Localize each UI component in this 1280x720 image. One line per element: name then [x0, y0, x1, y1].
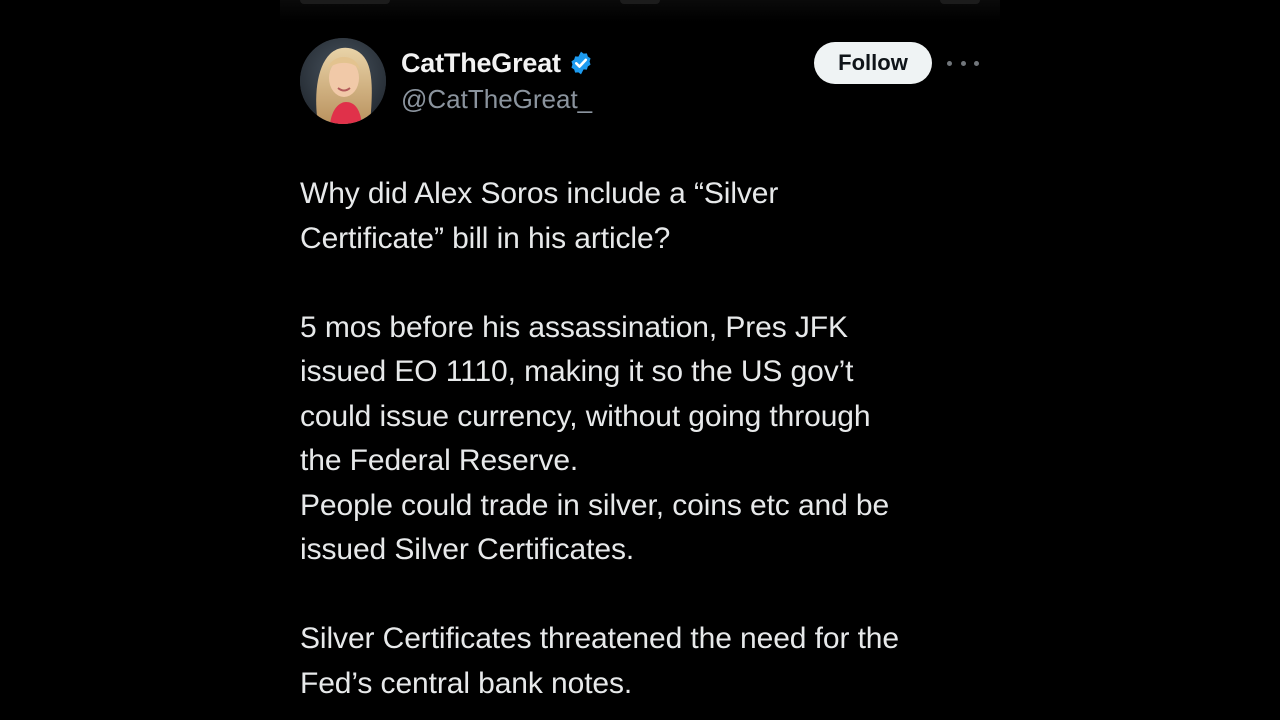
display-name-row: CatTheGreat — [401, 46, 594, 80]
more-options-icon[interactable] — [947, 50, 979, 76]
top-bar-remnant — [280, 0, 1000, 22]
verified-badge-icon — [571, 51, 591, 75]
author-names: CatTheGreat @CatTheGreat_ — [401, 46, 594, 115]
tweet-text-line: the Federal Reserve. — [300, 444, 579, 477]
tweet-text-line: Fed’s central bank notes. — [300, 666, 633, 700]
profile-photo-icon — [300, 38, 386, 124]
user-handle[interactable]: @CatTheGreat_ — [401, 84, 594, 115]
avatar[interactable] — [300, 38, 386, 124]
tweet-text-line: Why did Alex Soros include a “Silver — [300, 177, 779, 210]
dot — [974, 60, 979, 66]
follow-button[interactable]: Follow — [814, 42, 932, 84]
dot — [960, 60, 966, 66]
tweet-header: CatTheGreat @CatTheGreat_ Follow — [300, 38, 980, 128]
display-name[interactable]: CatTheGreat — [401, 48, 561, 79]
tweet-text-line: could issue currency, without going thro… — [300, 399, 871, 433]
tweet-text-line: Certificate” bill in his article? — [300, 221, 671, 255]
screen: CatTheGreat @CatTheGreat_ Follow Why did… — [0, 0, 1280, 720]
tweet-text-line: issued EO 1110, making it so the US gov’… — [300, 355, 854, 388]
tweet-text-line: issued Silver Certificates. — [300, 533, 635, 566]
dot — [947, 60, 952, 66]
tweet-text-line: People could trade in silver, coins etc … — [300, 488, 890, 522]
tweet-text-line: 5 mos before his assassination, Pres JFK — [300, 310, 848, 344]
tweet-text: Why did Alex Soros include a “Silver Cer… — [300, 172, 980, 706]
tweet-text-line: Silver Certificates threatened the need … — [300, 622, 899, 655]
tweet-view: CatTheGreat @CatTheGreat_ Follow Why did… — [280, 0, 1000, 720]
